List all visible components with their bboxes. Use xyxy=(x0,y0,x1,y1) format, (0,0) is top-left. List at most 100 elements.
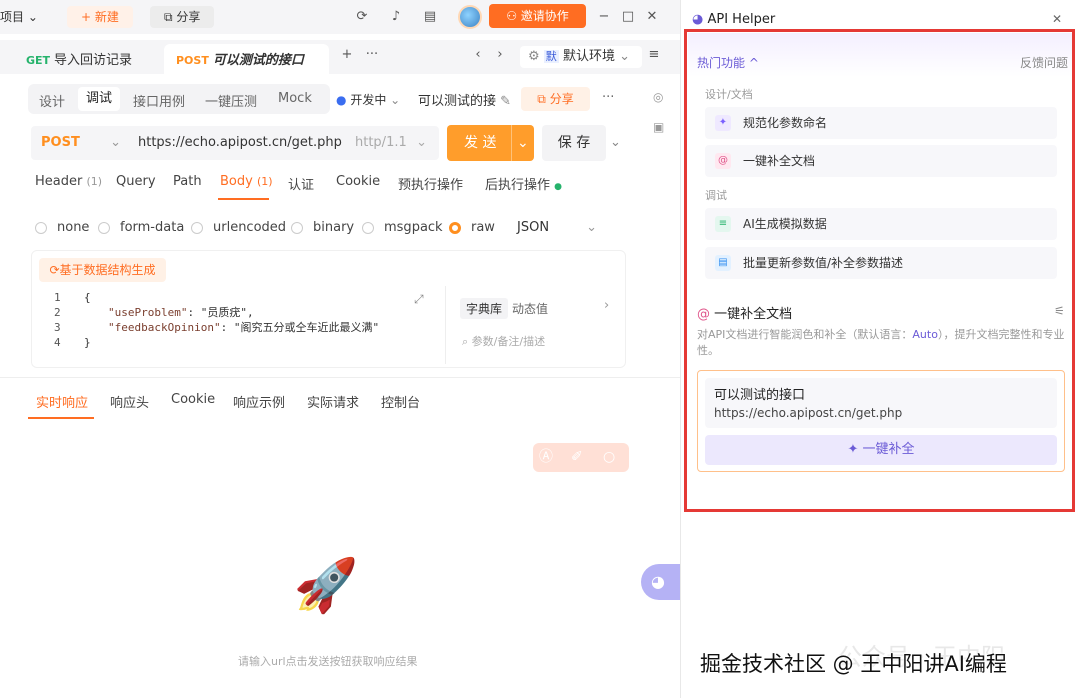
radio-dot xyxy=(362,221,374,234)
line-number: 1 xyxy=(54,291,61,304)
radio-dot xyxy=(98,221,110,234)
more-icon[interactable]: ··· xyxy=(362,45,382,65)
tab-query[interactable]: Query xyxy=(116,174,156,189)
tab-actual-request[interactable]: 实际请求 xyxy=(307,392,359,411)
project-label: 项目 xyxy=(0,10,25,24)
watermark: 掘金技术社区 @ 王中阳讲AI编程 xyxy=(700,652,1007,676)
mode-mock[interactable]: Mock xyxy=(278,91,312,106)
new-label: 新建 xyxy=(94,10,119,24)
chevron-down-icon: ⌄ xyxy=(27,10,38,24)
menu-icon[interactable]: ≡ xyxy=(644,45,664,65)
maximize-icon[interactable]: □ xyxy=(618,7,638,27)
tab-console[interactable]: 控制台 xyxy=(381,392,420,411)
radio-msgpack[interactable]: msgpack xyxy=(362,220,443,235)
url-input[interactable]: https://echo.apipost.cn/get.php http/1.1 ⌄ xyxy=(131,126,439,160)
tab-header[interactable]: Header (1) xyxy=(35,174,102,189)
doc-icon[interactable]: ▤ xyxy=(420,7,440,27)
code-text: } xyxy=(84,336,91,349)
method-select[interactable]: POST ⌄ xyxy=(31,126,131,160)
code-icon[interactable]: ▣ xyxy=(653,120,664,134)
dynamic-value-tab[interactable]: 动态值 xyxy=(506,298,554,319)
mode-switcher: 设计 调试 接口用例 一键压测 Mock xyxy=(28,84,330,114)
send-divider xyxy=(511,125,512,161)
protocol-label: http/1.1 xyxy=(355,135,407,150)
bell-icon[interactable]: ♪ xyxy=(386,7,406,27)
request-tabs-bar: GET 导入回访记录 POST 可以测试的接口 + ··· ‹ › ⚙ 默 默认环境… xyxy=(0,40,680,74)
radio-none[interactable]: none xyxy=(35,220,89,235)
tab-post-script[interactable]: 后执行操作 ● xyxy=(485,174,562,193)
close-icon[interactable]: ✕ xyxy=(642,7,662,27)
chevron-left-icon[interactable]: ‹ xyxy=(468,45,488,65)
tab-pre-script[interactable]: 预执行操作 xyxy=(398,174,463,193)
send-button[interactable]: 发 送 ⌄ xyxy=(447,125,534,161)
invite-button[interactable]: ⚇ 邀请协作 xyxy=(489,4,586,28)
search-placeholder: 参数/备注/描述 xyxy=(471,335,546,348)
expand-icon[interactable]: ⤢ xyxy=(414,292,424,307)
tab-get-request[interactable]: GET 导入回访记录 xyxy=(26,49,132,68)
raw-format-select[interactable]: JSON ⌄ xyxy=(507,216,605,240)
share-api-label: 分享 xyxy=(549,92,574,106)
more-icon[interactable]: ··· xyxy=(602,90,614,105)
tab-live-response[interactable]: 实时响应 xyxy=(36,392,88,411)
radio-raw[interactable]: raw xyxy=(449,220,495,235)
radio-form-data[interactable]: form-data xyxy=(98,220,184,235)
chevron-right-icon[interactable]: › xyxy=(604,298,609,313)
tab-label: 导入回访记录 xyxy=(54,53,133,68)
url-text: https://echo.apipost.cn/get.php xyxy=(138,135,342,150)
tab-header-label: Header xyxy=(35,174,83,189)
radio-label: binary xyxy=(313,220,355,235)
response-empty-hint: 请输入url点击发送按钮获取响应结果 xyxy=(238,655,418,668)
tab-auth[interactable]: 认证 xyxy=(288,174,314,193)
radio-urlencoded[interactable]: urlencoded xyxy=(191,220,286,235)
env-label: 默认环境 xyxy=(562,49,615,64)
code-line: 2 "useProblem": "员质疣", xyxy=(54,306,254,319)
json-key: "useProblem" xyxy=(108,306,188,319)
radio-label: msgpack xyxy=(384,220,443,235)
api-name[interactable]: 可以测试的接 ✎ xyxy=(418,90,511,109)
search-icon[interactable]: ○ xyxy=(603,443,615,472)
whale-icon: ◕ xyxy=(651,572,665,591)
tab-post-request[interactable]: POST 可以测试的接口 xyxy=(164,44,329,74)
mode-debug[interactable]: 调试 xyxy=(78,87,121,111)
tab-path[interactable]: Path xyxy=(173,174,202,189)
radio-binary[interactable]: binary xyxy=(291,220,354,235)
generate-from-schema-button[interactable]: ⟳基于数据结构生成 xyxy=(39,258,166,282)
chevron-down-icon: ⌄ xyxy=(110,135,121,150)
response-toolbar: Ⓐ ✐ ○ xyxy=(533,443,629,472)
clean-icon[interactable]: ✐ xyxy=(571,443,583,472)
mode-stress[interactable]: 一键压测 xyxy=(205,91,257,110)
ai-icon[interactable]: Ⓐ xyxy=(539,443,553,472)
share-api-button[interactable]: ⧉ 分享 xyxy=(521,87,590,111)
share-button[interactable]: ⧉ 分享 xyxy=(150,6,215,28)
new-button[interactable]: + 新建 xyxy=(67,6,133,28)
tab-response-headers[interactable]: 响应头 xyxy=(110,392,149,411)
add-tab-icon[interactable]: + xyxy=(337,45,357,65)
chevron-down-icon: ⌄ xyxy=(619,49,630,64)
close-icon[interactable]: ✕ xyxy=(1052,12,1062,26)
status-selector[interactable]: ● 开发中 ⌄ xyxy=(336,91,400,108)
sync-icon[interactable]: ⟳ xyxy=(352,7,372,27)
tab-cookie[interactable]: Cookie xyxy=(336,174,380,189)
json-value: "员质疣" xyxy=(200,306,247,319)
active-dot: ● xyxy=(554,182,563,192)
body-count: (1) xyxy=(256,175,273,188)
invite-label: 邀请协作 xyxy=(520,9,569,23)
dict-tab[interactable]: 字典库 xyxy=(460,298,509,319)
env-selector[interactable]: ⚙ 默 默认环境 ⌄ xyxy=(520,46,642,68)
tab-response-example[interactable]: 响应示例 xyxy=(233,392,285,411)
chevron-down-icon[interactable]: ⌄ xyxy=(610,135,621,150)
mode-design[interactable]: 设计 xyxy=(39,91,65,110)
save-button[interactable]: 保 存 xyxy=(542,125,606,161)
mode-cases[interactable]: 接口用例 xyxy=(133,91,185,110)
tab-body[interactable]: Body (1) xyxy=(220,174,273,189)
dict-search-input[interactable]: ⌕ 参数/备注/描述 xyxy=(462,333,545,349)
ai-icon[interactable]: ◎ xyxy=(653,90,663,104)
tab-body-label: Body xyxy=(220,174,253,189)
project-selector[interactable]: 项目 ⌄ xyxy=(0,6,38,28)
minimize-icon[interactable]: − xyxy=(594,7,614,27)
avatar[interactable] xyxy=(458,5,482,29)
generate-label: 基于数据结构生成 xyxy=(59,263,156,277)
chevron-right-icon[interactable]: › xyxy=(490,45,510,65)
helper-float-button[interactable]: ◕ xyxy=(641,564,681,600)
tab-response-cookie[interactable]: Cookie xyxy=(171,392,215,407)
